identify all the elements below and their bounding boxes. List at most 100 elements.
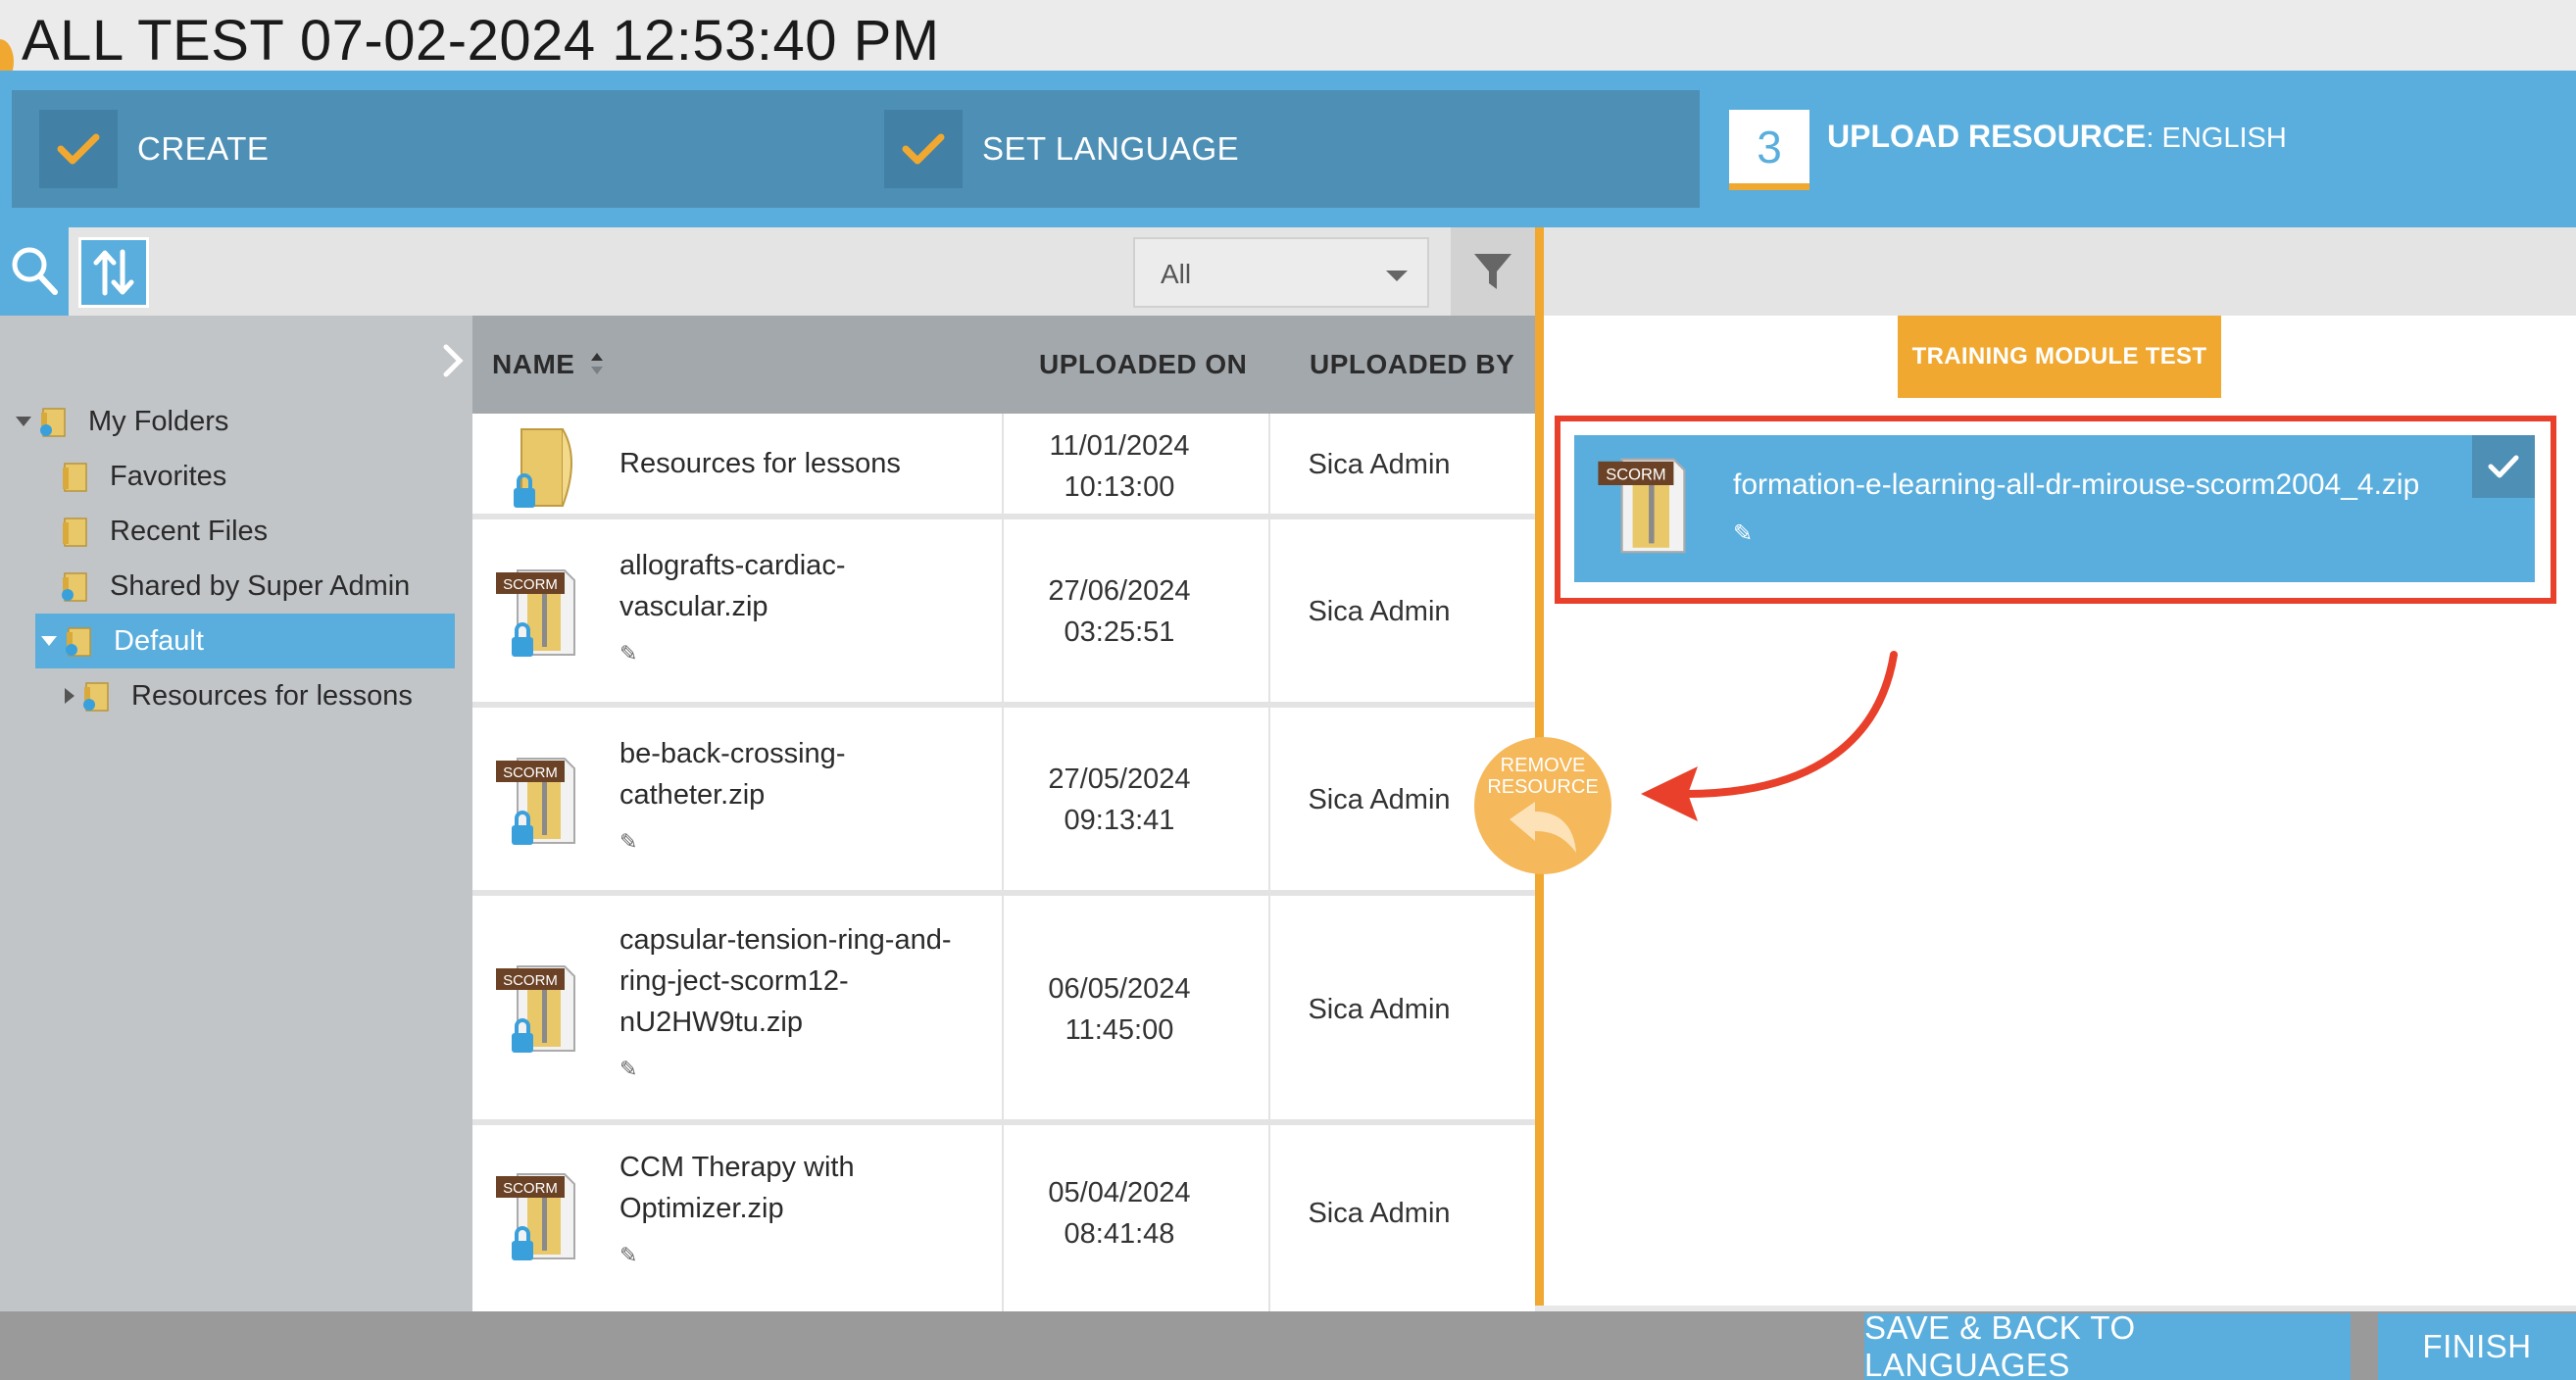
scorm-badge-text: SCORM [503,764,558,781]
step-language: : ENGLISH [2146,122,2287,154]
expand-arrow-icon[interactable] [65,688,74,704]
library-toolbar: All [0,227,1535,316]
uploaded-on: 27/06/2024 03:25:51 [1002,570,1237,653]
upload-time: 09:13:41 [1064,805,1175,836]
resource-name-line: vascular.zip [619,591,768,622]
resource-name: allografts-cardiac- vascular.zip [619,545,845,627]
uploaded-by: Sica Admin [1308,1198,1451,1229]
upload-time: 11:45:00 [1065,1014,1174,1046]
edit-pencil-icon[interactable]: ✎ [619,641,637,666]
tree-item-label: Resources for lessons [131,679,413,712]
chevron-down-icon [1386,271,1408,281]
wizard-step-label: SET LANGUAGE [982,130,1240,167]
selected-resource-card[interactable]: SCORM formation-e-learning-all-dr-mirous… [1574,435,2535,582]
column-divider [1268,1125,1270,1313]
sort-toggle-button[interactable] [78,237,149,308]
edit-pencil-icon[interactable]: ✎ [619,1057,637,1082]
upload-time: 08:41:48 [1064,1218,1175,1250]
expand-arrow-icon[interactable] [16,417,31,426]
shared-folder-icon [83,682,109,712]
undo-arrow-icon [1510,802,1576,853]
tree-item-default[interactable]: Default [35,614,455,668]
selected-checkbox[interactable] [2472,435,2535,498]
tree-item-shared-by-super-admin[interactable]: Shared by Super Admin [59,559,410,614]
type-filter-select[interactable]: All [1133,237,1429,308]
selected-resource-highlight: SCORM formation-e-learning-all-dr-mirous… [1555,416,2556,604]
folder-tree-sidebar: My Folders Favorites Recent Files Shared… [0,316,472,1313]
column-header-label: NAME [492,349,575,379]
folder-icon [63,518,87,547]
tree-item-my-folders[interactable]: My Folders [16,394,228,449]
tree-item-favorites[interactable]: Favorites [59,449,226,504]
finish-button[interactable]: FINISH [2378,1313,2576,1380]
upload-date: 11/01/2024 [1049,430,1190,462]
resource-name-line: CCM Therapy with [619,1152,855,1183]
wizard-step-label: CREATE [137,130,270,167]
resource-name: be-back-crossing- catheter.zip [619,733,845,815]
filter-button[interactable] [1451,227,1535,316]
sort-asc-icon [590,353,603,374]
table-row[interactable]: SCORM capsular-tension-ring-and- ring-je… [472,896,1535,1125]
scorm-badge-text: SCORM [1606,467,1665,484]
chevron-right-icon[interactable] [441,343,465,378]
table-row[interactable]: Resources for lessons 11/01/2024 10:13:0… [472,414,1535,519]
right-toolbar [1544,227,2576,316]
upload-date: 27/05/2024 [1048,764,1191,795]
remove-label: RESOURCE [1487,776,1599,798]
column-header-uploaded-by[interactable]: UPLOADED BY [1310,349,1514,380]
type-filter-value: All [1161,259,1192,289]
selected-resource-name: formation-e-learning-all-dr-mirouse-scor… [1733,468,2420,501]
shared-folder-icon [66,627,91,657]
upload-date: 06/05/2024 [1048,973,1191,1005]
wizard-step-set-language[interactable]: SET LANGUAGE [884,110,1239,188]
table-row[interactable]: SCORM be-back-crossing- catheter.zip ✎ 2… [472,708,1535,896]
uploaded-on: 06/05/2024 11:45:00 [1002,968,1237,1051]
resource-name: CCM Therapy with Optimizer.zip [619,1147,855,1229]
resource-name-line: capsular-tension-ring-and- [619,924,952,956]
uploaded-by: Sica Admin [1308,449,1451,480]
uploaded-on: 05/04/2024 08:41:48 [1002,1172,1237,1255]
step-title: UPLOAD RESOURCE [1827,118,2147,154]
resource-name-line: nU2HW9tu.zip [619,1007,803,1038]
uploaded-by: Sica Admin [1308,596,1451,627]
column-header-name[interactable]: NAME [492,349,605,380]
uploaded-on: 27/05/2024 09:13:41 [1002,759,1237,841]
resource-name: Resources for lessons [619,448,901,479]
title-bar: ALL TEST 07-02-2024 12:53:40 PM [0,0,2576,84]
shared-folder-icon [62,572,87,602]
save-back-to-languages-button[interactable]: SAVE & BACK TO LANGUAGES [1864,1309,2351,1380]
table-header: NAME UPLOADED ON UPLOADED BY [472,316,1535,414]
scorm-badge-text: SCORM [503,576,558,593]
upload-time: 10:13:00 [1064,471,1175,503]
tree-item-recent-files[interactable]: Recent Files [59,504,268,559]
column-divider [1268,896,1270,1119]
remove-resource-button[interactable]: REMOVE RESOURCE [1474,737,1611,874]
resource-name-line: be-back-crossing- [619,738,846,769]
resource-name-line: catheter.zip [619,779,766,811]
annotation-arrow [1641,651,1898,821]
upload-time: 03:25:51 [1064,616,1175,648]
resource-table: NAME UPLOADED ON UPLOADED BY Resources f… [472,316,1535,1313]
edit-pencil-icon[interactable]: ✎ [619,1243,637,1268]
search-icon [12,247,58,295]
check-icon [2488,455,2519,478]
column-divider [1268,414,1270,514]
folder-icon [63,463,87,492]
edit-pencil-icon[interactable]: ✎ [1733,519,1753,548]
wizard-step-upload-resource: 3 UPLOAD RESOURCE: ENGLISH [1729,110,2287,190]
funnel-icon [1474,254,1511,289]
table-row[interactable]: SCORM CCM Therapy with Optimizer.zip ✎ 0… [472,1125,1535,1313]
table-row[interactable]: SCORM allografts-cardiac- vascular.zip ✎… [472,519,1535,708]
wizard-step-create[interactable]: CREATE [39,110,269,188]
shared-folder-icon [514,428,572,508]
tree-item-label: Shared by Super Admin [110,569,411,602]
edit-pencil-icon[interactable]: ✎ [619,829,637,855]
column-header-uploaded-on[interactable]: UPLOADED ON [1039,349,1247,380]
expand-arrow-icon[interactable] [41,636,57,646]
search-button[interactable] [0,227,69,316]
resource-name-line: allografts-cardiac- [619,550,846,581]
tree-item-resources-for-lessons[interactable]: Resources for lessons [65,668,413,723]
tree-item-label: Favorites [110,460,227,492]
scorm-package-icon: SCORM [496,1173,575,1260]
tree-item-label: Recent Files [110,515,269,547]
